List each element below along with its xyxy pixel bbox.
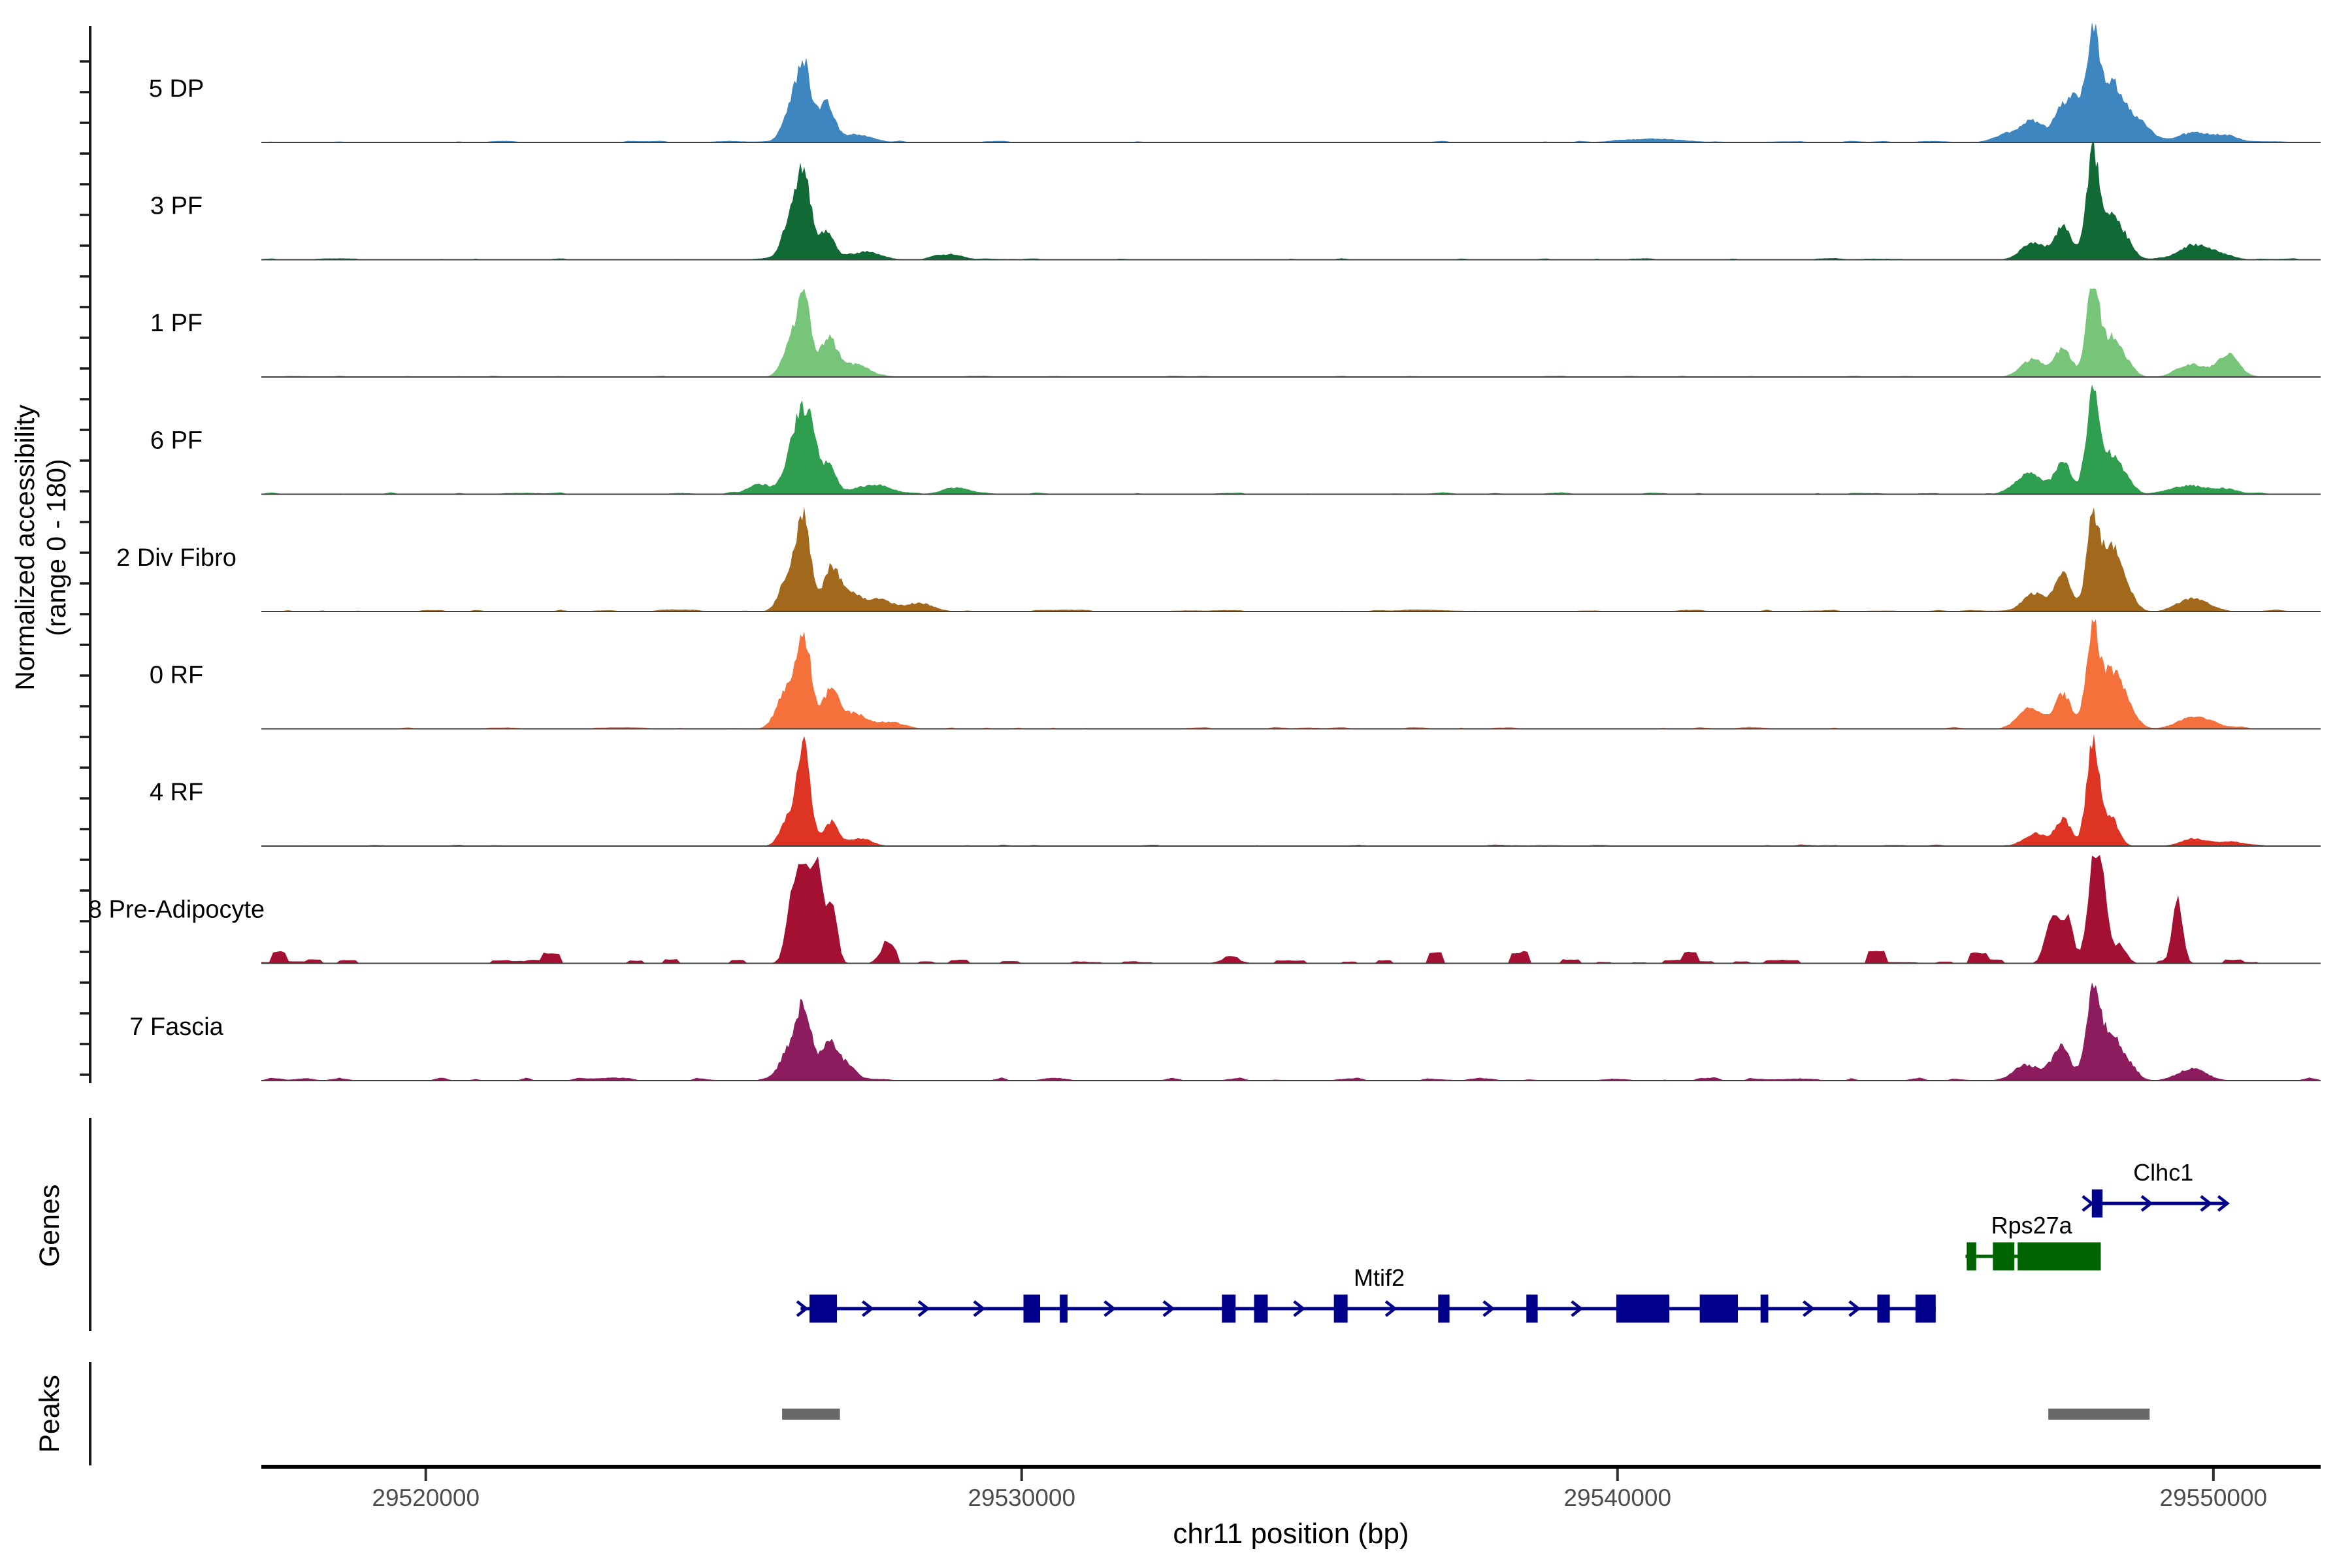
x-tick-label: 29520000 xyxy=(372,1484,480,1511)
y-axis-label-line2: (range 0 - 180) xyxy=(41,459,71,636)
track-area xyxy=(261,734,2321,846)
x-tick-label: 29550000 xyxy=(2160,1484,2268,1511)
track-area xyxy=(261,983,2321,1081)
gene-exon xyxy=(2017,1243,2100,1271)
strand-arrow-icon xyxy=(2083,1196,2092,1211)
track-label: 4 RF xyxy=(150,779,203,806)
track-row: 6 PF xyxy=(150,384,2321,494)
peak-bar xyxy=(2048,1409,2149,1420)
track-row: 4 RF xyxy=(150,734,2321,846)
x-tick-label: 29530000 xyxy=(968,1484,1075,1511)
track-area xyxy=(261,288,2321,377)
track-row: 5 DP xyxy=(149,22,2321,142)
gene-exon xyxy=(1060,1295,1068,1323)
track-label: 0 RF xyxy=(150,662,203,689)
coverage-plot-svg: 29520000 29530000 29540000 29550000 5 DP 3 P… xyxy=(0,0,2352,1568)
gene-exon xyxy=(1877,1295,1889,1323)
gene-exon xyxy=(1993,1243,2014,1271)
gene-exon xyxy=(809,1295,837,1323)
genes-layer: Mtif2 Rps27a Clhc1 xyxy=(797,1159,2228,1323)
peaks-layer xyxy=(782,1409,2149,1420)
peaks-section-label: Peaks xyxy=(34,1375,65,1453)
track-label: 5 DP xyxy=(149,75,204,103)
track-label: 3 PF xyxy=(150,193,203,220)
track-area xyxy=(261,142,2321,260)
gene-exon xyxy=(1967,1243,1976,1271)
track-row: 0 RF xyxy=(150,619,2321,729)
coverage-plot-figure: 29520000 29530000 29540000 29550000 5 DP 3 P… xyxy=(0,0,2352,1568)
track-area xyxy=(261,384,2321,494)
gene-label: Rps27a xyxy=(1991,1212,2073,1239)
x-tick-label: 29540000 xyxy=(1563,1484,1671,1511)
track-row: 7 Fascia xyxy=(129,983,2321,1081)
track-label: 2 Div Fibro xyxy=(116,544,237,572)
track-label: 1 PF xyxy=(150,310,203,337)
gene-exon xyxy=(1023,1295,1040,1323)
track-area xyxy=(261,619,2321,729)
track-row: 8 Pre-Adipocyte xyxy=(88,855,2321,964)
tracks-layer: 5 DP 3 PF 1 PF 6 PF 2 Div Fibro 0 RF 4 RF 8 Pre… xyxy=(88,22,2321,1081)
gene-label: Mtif2 xyxy=(1354,1264,1405,1291)
gene-exon xyxy=(1700,1295,1738,1323)
gene-exon xyxy=(1334,1295,1348,1323)
x-axis-title: chr11 position (bp) xyxy=(1173,1518,1409,1550)
track-area xyxy=(261,22,2321,142)
axes-layer: 29520000 29530000 29540000 29550000 xyxy=(80,26,2321,1511)
track-row: 2 Div Fibro xyxy=(116,507,2321,612)
gene-exon xyxy=(1438,1295,1449,1323)
gene-label: Clhc1 xyxy=(2133,1159,2193,1186)
gene-model: Rps27a xyxy=(1965,1212,2100,1271)
gene-exon xyxy=(1616,1295,1669,1323)
track-label: 6 PF xyxy=(150,427,203,455)
track-area xyxy=(261,855,2321,964)
gene-model: Mtif2 xyxy=(797,1264,1936,1323)
gene-exon xyxy=(1526,1295,1537,1323)
track-row: 1 PF xyxy=(150,288,2321,377)
gene-exon xyxy=(1222,1295,1235,1323)
track-area xyxy=(261,507,2321,612)
track-label: 8 Pre-Adipocyte xyxy=(88,896,265,924)
gene-model: Clhc1 xyxy=(2083,1159,2228,1218)
peak-bar xyxy=(782,1409,840,1420)
x-axis-line xyxy=(261,1465,2321,1469)
gene-exon xyxy=(1761,1295,1769,1323)
y-axis-label-line1: Normalized accessibility xyxy=(10,404,40,691)
genes-section-label: Genes xyxy=(34,1184,65,1267)
track-row: 3 PF xyxy=(150,142,2321,260)
gene-exon xyxy=(1254,1295,1267,1323)
gene-exon xyxy=(1916,1295,1936,1323)
track-label: 7 Fascia xyxy=(129,1013,223,1041)
